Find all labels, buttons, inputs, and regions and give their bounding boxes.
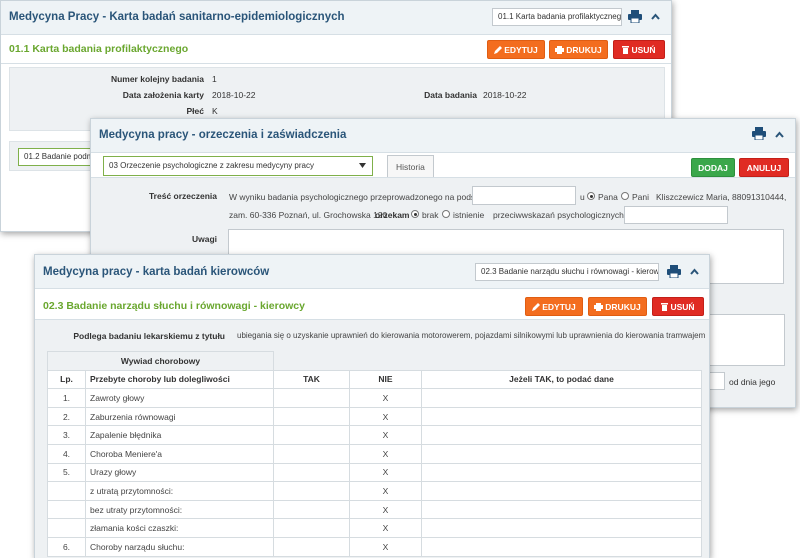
subject-value: ubiegania się o uzyskanie uprawnień do k… xyxy=(237,331,706,340)
content-text-1: W wyniku badania psychologicznego przepr… xyxy=(229,192,496,202)
dropdown-arrow-icon xyxy=(359,163,366,168)
radio-exists-label: istnienie xyxy=(453,210,485,220)
table-row[interactable]: 6. Choroby narządu słuchu: X xyxy=(47,536,702,557)
divider xyxy=(1,63,671,64)
panel-title: Medycyna Pracy - Karta badań sanitarno-e… xyxy=(9,11,345,23)
driver-card-body: Podlega badaniu lekarskiemu z tytułu ubi… xyxy=(35,320,709,558)
panel-header: Medycyna pracy - orzeczenia i zaświadcze… xyxy=(91,119,795,153)
patient-address: zam. 60-336 Poznań, ul. Grochowska 120 xyxy=(229,210,388,220)
contraindications-text: przeciwwskazań psychologicznych do xyxy=(493,210,636,220)
certificate-type-select[interactable]: 03 Orzeczenie psychologiczne z zakresu m… xyxy=(103,156,373,176)
medical-history-table: Wywiad chorobowy Lp. Przebyte choroby lu… xyxy=(47,351,702,557)
delete-button[interactable]: USUŃ xyxy=(652,297,704,316)
group-header: Wywiad chorobowy xyxy=(47,351,274,371)
contraindications-input[interactable] xyxy=(624,206,728,224)
col-lp: Lp. xyxy=(47,369,86,390)
table-group-header-row: Wywiad chorobowy xyxy=(47,351,702,371)
content-label: Treść orzeczenia xyxy=(148,191,217,201)
text-u: u xyxy=(580,192,585,202)
partial-text: od dnia jego xyxy=(729,377,776,387)
col-yes: TAK xyxy=(273,369,350,390)
patient-info: Kliszczewicz Maria, 88091310444, xyxy=(656,192,787,202)
sex-label: Płeć xyxy=(186,106,205,116)
table-row[interactable]: 5. Urazy głowy X xyxy=(47,462,702,483)
print-icon[interactable] xyxy=(752,127,766,142)
radio-mr[interactable] xyxy=(587,192,595,200)
collapse-icon[interactable] xyxy=(775,130,784,140)
pencil-icon xyxy=(494,46,503,54)
exam-date-label: Data badania xyxy=(424,90,477,100)
print-button[interactable]: DRUKUJ xyxy=(549,40,608,59)
panel-driver-card: Medycyna pracy - karta badań kierowców 0… xyxy=(34,254,710,558)
number-value: 1 xyxy=(212,74,217,84)
card-type-select[interactable]: 01.1 Karta badania profilaktycznego xyxy=(492,8,622,26)
printer-icon xyxy=(555,46,565,54)
delete-button[interactable]: USUŃ xyxy=(613,40,665,59)
cancel-button[interactable]: ANULUJ xyxy=(739,158,789,177)
col-disease: Przebyte choroby lub dolegliwości xyxy=(85,369,274,390)
panel-header: Medycyna pracy - karta badań kierowców 0… xyxy=(35,255,709,289)
table-row[interactable]: złamania kości czaszki: X xyxy=(47,518,702,538)
print-button[interactable]: DRUKUJ xyxy=(588,297,647,316)
subject-label: Podlega badaniu lekarskiemu z tytułu xyxy=(73,331,225,341)
basis-input[interactable] xyxy=(472,186,576,205)
remarks-label: Uwagi xyxy=(191,234,217,244)
radio-mrs[interactable] xyxy=(621,192,629,200)
driver-card-type-select[interactable]: 02.3 Badanie narządu słuchu i równowagi … xyxy=(475,263,659,281)
table-row[interactable]: 1. Zawroty głowy X xyxy=(47,388,702,408)
printer-icon xyxy=(594,303,604,311)
created-label: Data założenia karty xyxy=(122,90,204,100)
created-value: 2018-10-22 xyxy=(212,90,256,100)
certificate-type-value: 03 Orzeczenie psychologiczne z zakresu m… xyxy=(109,161,314,170)
radio-mr-label: Pana xyxy=(598,192,618,202)
panel-header: Medycyna Pracy - Karta badań sanitarno-e… xyxy=(1,1,671,35)
edit-button[interactable]: EDYTUJ xyxy=(525,297,583,316)
tab-history[interactable]: Historia xyxy=(387,155,434,177)
sex-value: K xyxy=(212,106,218,116)
radio-none-label: brak xyxy=(422,210,439,220)
section-title: 01.1 Karta badania profilaktycznego xyxy=(9,43,189,55)
edit-button[interactable]: EDYTUJ xyxy=(487,40,545,59)
orzekam-label: orzekam xyxy=(375,210,410,220)
trash-icon xyxy=(661,303,669,311)
col-details: Jeżeli TAK, to podać dane xyxy=(421,369,702,390)
col-no: NIE xyxy=(349,369,422,390)
table-row[interactable]: 4. Choroba Meniere'a X xyxy=(47,443,702,464)
radio-mrs-label: Pani xyxy=(632,192,650,202)
table-row[interactable]: 2. Zaburzenia równowagi X xyxy=(47,406,702,427)
exam-date-value: 2018-10-22 xyxy=(483,90,527,100)
add-button[interactable]: DODAJ xyxy=(691,158,735,177)
table-header-row: Lp. Przebyte choroby lub dolegliwości TA… xyxy=(47,369,702,390)
radio-exists[interactable] xyxy=(442,210,450,218)
pencil-icon xyxy=(532,303,541,311)
collapse-icon[interactable] xyxy=(651,12,660,22)
print-icon[interactable] xyxy=(667,265,681,280)
trash-icon xyxy=(622,46,630,54)
table-row[interactable]: bez utraty przytomności: X xyxy=(47,499,702,520)
radio-none[interactable] xyxy=(411,210,419,218)
second-textarea[interactable] xyxy=(701,314,785,366)
table-row[interactable]: z utratą przytomności: X xyxy=(47,481,702,501)
section-title: 02.3 Badanie narządu słuchu i równowagi … xyxy=(43,300,305,312)
number-label: Numer kolejny badania xyxy=(110,74,204,84)
panel-title: Medycyna pracy - karta badań kierowców xyxy=(43,266,270,278)
print-icon[interactable] xyxy=(628,10,642,25)
panel-title: Medycyna pracy - orzeczenia i zaświadcze… xyxy=(99,129,347,141)
table-row[interactable]: 3. Zapalenie błędnika X xyxy=(47,425,702,445)
collapse-icon[interactable] xyxy=(690,267,699,277)
